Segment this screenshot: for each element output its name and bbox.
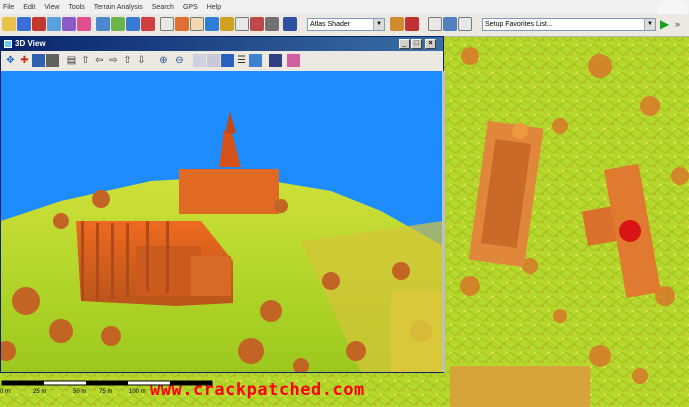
wireframe-icon[interactable] <box>193 54 206 67</box>
3d-view-icon <box>4 40 12 48</box>
toolbar-expand-icon[interactable]: » <box>675 17 687 31</box>
filter-icon[interactable] <box>250 17 264 31</box>
scale-label: 0 m <box>0 389 11 395</box>
favorites-select-value: Setup Favorites List... <box>485 21 553 28</box>
right-icon[interactable]: ⇨ <box>107 54 120 67</box>
menu-file[interactable]: File <box>3 4 14 11</box>
left-icon[interactable]: ⇦ <box>93 54 106 67</box>
layers-icon[interactable] <box>47 17 61 31</box>
3d-render-viewport[interactable] <box>1 71 443 372</box>
scale-label: 100 m <box>129 389 146 395</box>
select-icon[interactable] <box>160 17 174 31</box>
down-icon[interactable]: ⇩ <box>135 54 148 67</box>
surface-icon[interactable] <box>207 54 220 67</box>
favorites-select[interactable]: Setup Favorites List... ▼ <box>482 18 656 31</box>
window-3d-view-titlebar[interactable]: 3D View _ □ × <box>1 37 443 51</box>
up-icon[interactable]: ⇧ <box>79 54 92 67</box>
chevron-down-icon: ▼ <box>644 19 655 30</box>
run-icon[interactable]: ▶ <box>660 17 674 31</box>
shader-select-value: Atlas Shader <box>310 21 351 28</box>
lighting-icon[interactable] <box>405 17 419 31</box>
house-icon[interactable] <box>283 17 297 31</box>
record-icon[interactable] <box>141 17 155 31</box>
maximize-button[interactable]: □ <box>411 39 422 49</box>
scale-label: 25 m <box>33 389 47 395</box>
pan-icon[interactable] <box>126 17 140 31</box>
mark-icon[interactable] <box>220 17 234 31</box>
window-3d-view: 3D View _ □ × ✥ ✚ ▤ ⇧ ⇦ ⇨ ⇧ ⇩ ⊕ ⊖ ☰ <box>0 36 445 373</box>
camera-icon[interactable] <box>32 54 45 67</box>
copy-icon[interactable] <box>428 17 442 31</box>
menu-gps[interactable]: GPS <box>183 4 198 11</box>
draw-icon[interactable] <box>175 17 189 31</box>
watermark-text: www.crackpatched.com <box>150 380 365 400</box>
zoom-out-icon[interactable]: ⊖ <box>173 54 186 67</box>
export-icon[interactable] <box>32 17 46 31</box>
scale-label: 75 m <box>99 389 113 395</box>
grid-icon[interactable] <box>235 17 249 31</box>
shader-select[interactable]: Atlas Shader ▼ <box>307 18 385 31</box>
main-toolbar: Atlas Shader ▼ Setup Favorites List... ▼… <box>0 14 689 37</box>
menu-search[interactable]: Search <box>152 4 174 11</box>
rectangle-icon[interactable] <box>190 17 204 31</box>
record-view-icon[interactable] <box>46 54 59 67</box>
zoom-in-icon[interactable] <box>96 17 110 31</box>
sun-icon[interactable]: ☰ <box>235 54 248 67</box>
export-view-icon[interactable] <box>287 54 300 67</box>
save-view-icon[interactable] <box>269 54 282 67</box>
rotate-icon[interactable]: ✚ <box>18 54 31 67</box>
sky-icon[interactable] <box>249 54 262 67</box>
3d-view-toolbar: ✥ ✚ ▤ ⇧ ⇦ ⇨ ⇧ ⇩ ⊕ ⊖ ☰ <box>1 51 443 72</box>
water-icon[interactable] <box>221 54 234 67</box>
menu-view[interactable]: View <box>44 4 59 11</box>
settings-icon[interactable] <box>62 17 76 31</box>
rise-icon[interactable]: ⇧ <box>121 54 134 67</box>
layer-icon[interactable]: ▤ <box>65 54 78 67</box>
save-icon[interactable] <box>17 17 31 31</box>
document-icon[interactable] <box>458 17 472 31</box>
measure-icon[interactable] <box>205 17 219 31</box>
menu-bar: File Edit View Tools Terrain Analysis Se… <box>0 0 689 14</box>
window-title: 3D View <box>15 39 46 48</box>
zoom-in-icon[interactable]: ⊕ <box>157 54 170 67</box>
chevron-down-icon: ▼ <box>373 19 384 30</box>
move-icon[interactable]: ✥ <box>4 54 17 67</box>
vertical-scrollbar[interactable] <box>442 71 445 372</box>
globe-icon[interactable] <box>111 17 125 31</box>
close-button[interactable]: × <box>425 39 436 49</box>
profile-icon[interactable] <box>265 17 279 31</box>
minimize-button[interactable]: _ <box>399 39 410 49</box>
menu-help[interactable]: Help <box>207 4 221 11</box>
print-icon[interactable] <box>443 17 457 31</box>
shader-options-icon[interactable] <box>390 17 404 31</box>
scale-label: 50 m <box>73 389 87 395</box>
open-folder-icon[interactable] <box>2 17 16 31</box>
menu-tools[interactable]: Tools <box>68 4 84 11</box>
shader-icon[interactable] <box>77 17 91 31</box>
menu-terrain-analysis[interactable]: Terrain Analysis <box>94 4 143 11</box>
menu-edit[interactable]: Edit <box>23 4 35 11</box>
